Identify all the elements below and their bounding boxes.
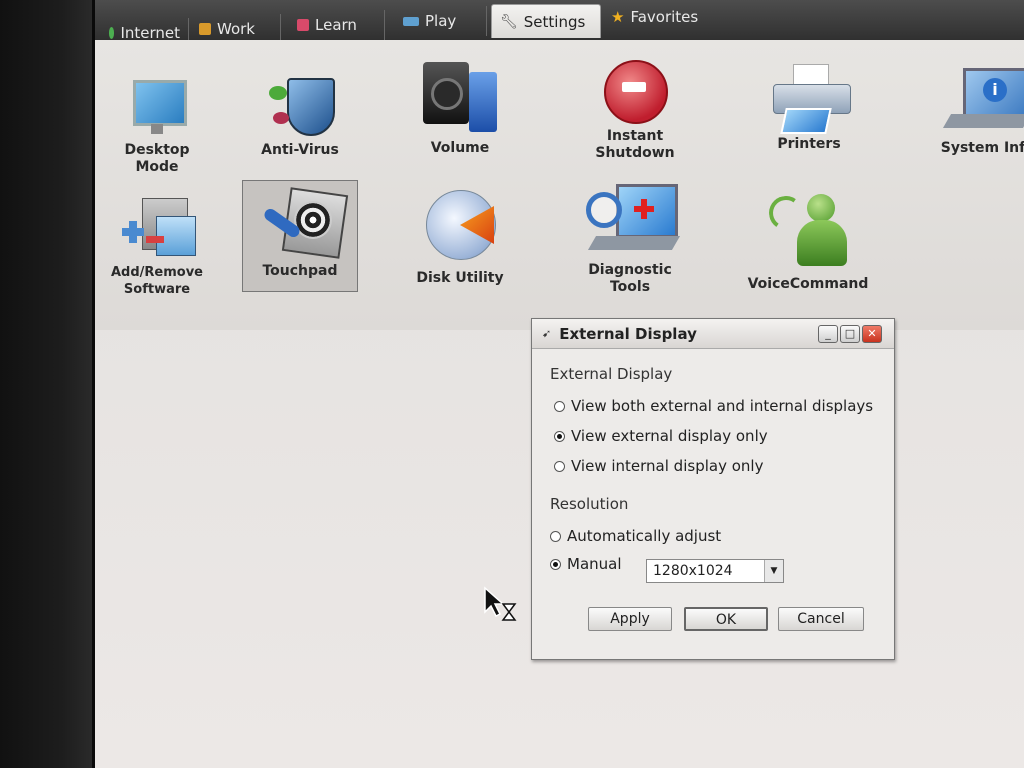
app-label: Touchpad	[262, 263, 338, 279]
radio-view-both[interactable]: View both external and internal displays	[554, 397, 873, 415]
apply-button[interactable]: Apply	[588, 607, 672, 631]
app-disk-utility[interactable]: Disk Utility	[401, 186, 519, 287]
resolution-select[interactable]: 1280x1024 ▼	[646, 559, 784, 583]
app-anti-virus[interactable]: Anti-Virus	[245, 76, 355, 159]
radio-internal-only[interactable]: View internal display only	[554, 457, 763, 475]
shutdown-icon	[600, 58, 670, 124]
radio-label: Automatically adjust	[567, 527, 722, 545]
radio-button[interactable]	[554, 400, 565, 412]
app-label: Desktop Mode	[124, 142, 190, 175]
app-voicecommand[interactable]: VoiceCommand	[735, 190, 881, 293]
app-printers[interactable]: Printers	[751, 62, 867, 153]
tab-settings[interactable]: 🔧︎ Settings	[491, 4, 601, 38]
app-label: Add/Remove	[110, 265, 203, 280]
chevron-down-icon[interactable]: ▼	[764, 560, 783, 582]
minimize-button[interactable]: _	[818, 325, 838, 343]
tab-label: Play	[425, 12, 457, 30]
ok-button[interactable]: OK	[684, 607, 768, 631]
diagnostic-icon	[582, 182, 681, 258]
tab-play[interactable]: Play	[395, 6, 487, 36]
close-icon: ✕	[867, 327, 877, 340]
monitor-icon	[129, 76, 187, 138]
maximize-button[interactable]: □	[840, 325, 860, 343]
app-label-line2: Tools	[609, 279, 651, 295]
radio-auto-adjust[interactable]: Automatically adjust	[550, 527, 721, 545]
cancel-button[interactable]: Cancel	[778, 607, 864, 631]
external-display-dialog: ➹ External Display _ □ ✕ External Displa…	[531, 318, 895, 660]
radio-button[interactable]	[554, 460, 565, 472]
app-label: VoiceCommand	[747, 276, 869, 292]
radio-external-only[interactable]: View external display only	[554, 427, 768, 445]
radio-label: Manual	[567, 555, 622, 573]
app-label: Anti-Virus	[261, 142, 339, 158]
app-label: Disk Utility	[416, 270, 504, 286]
radio-manual[interactable]: Manual	[550, 555, 622, 573]
app-system-info[interactable]: i System Inf	[923, 66, 1024, 157]
disk-icon	[422, 186, 498, 266]
app-label: Volume	[430, 140, 490, 156]
app-label: Instant	[606, 128, 664, 144]
tab-learn[interactable]: Learn	[289, 10, 385, 40]
tab-favorites[interactable]: ★ Favorites	[603, 2, 721, 32]
touchpad-icon	[256, 187, 349, 259]
radio-button[interactable]	[550, 558, 561, 570]
desktop-screen: Internet Work Learn Play 🔧︎ Settings ★ F…	[92, 0, 1024, 768]
radio-label: View internal display only	[571, 457, 764, 475]
tab-label: Learn	[315, 16, 357, 34]
minimize-icon: _	[825, 327, 831, 340]
add-remove-icon	[120, 194, 196, 260]
tab-label: Favorites	[630, 8, 699, 26]
wrench-icon: 🔧︎	[500, 13, 518, 30]
app-volume[interactable]: Volume	[405, 56, 515, 157]
info-laptop-icon: i	[937, 66, 1024, 136]
book-icon	[297, 19, 309, 31]
section-external-display: External Display	[550, 365, 673, 383]
speaker-icon	[419, 56, 501, 136]
section-resolution: Resolution	[550, 495, 629, 513]
app-desktop-mode[interactable]: Desktop Mode	[101, 76, 213, 176]
app-label-line2: Shutdown	[595, 145, 675, 161]
maximize-icon: □	[844, 327, 856, 340]
window-menu-icon[interactable]: ➹	[542, 327, 551, 340]
category-tabbar: Internet Work Learn Play 🔧︎ Settings ★ F…	[95, 0, 1024, 48]
tab-label: Work	[217, 20, 255, 38]
star-icon: ★	[611, 8, 625, 26]
tab-label: Settings	[523, 12, 586, 31]
busy-cursor-icon	[483, 586, 519, 630]
gamepad-icon	[403, 16, 419, 26]
close-button[interactable]: ✕	[862, 325, 882, 343]
app-instant-shutdown[interactable]: Instant Shutdown	[575, 58, 695, 162]
shield-icon	[265, 76, 335, 138]
radio-label: View both external and internal displays	[571, 397, 874, 415]
app-diagnostic-tools[interactable]: Diagnostic Tools	[571, 182, 689, 296]
app-label-line2: Software	[123, 282, 191, 297]
radio-label: View external display only	[571, 427, 768, 445]
app-label: System Inf	[940, 140, 1024, 156]
resolution-value: 1280x1024	[653, 563, 733, 579]
voice-icon	[763, 190, 853, 272]
printer-icon	[765, 62, 853, 134]
app-label: Printers	[777, 136, 841, 152]
app-add-remove-software[interactable]: Add/Remove Software	[101, 194, 213, 298]
app-label: Diagnostic	[588, 262, 672, 278]
briefcase-icon	[199, 23, 211, 35]
app-touchpad[interactable]: Touchpad	[242, 180, 358, 292]
radio-button[interactable]	[550, 530, 561, 542]
settings-icon-panel: Desktop Mode Anti-Virus Volume Instant S…	[95, 40, 1024, 330]
globe-icon	[109, 27, 115, 39]
dialog-title: External Display	[559, 324, 697, 343]
radio-button[interactable]	[554, 430, 565, 442]
